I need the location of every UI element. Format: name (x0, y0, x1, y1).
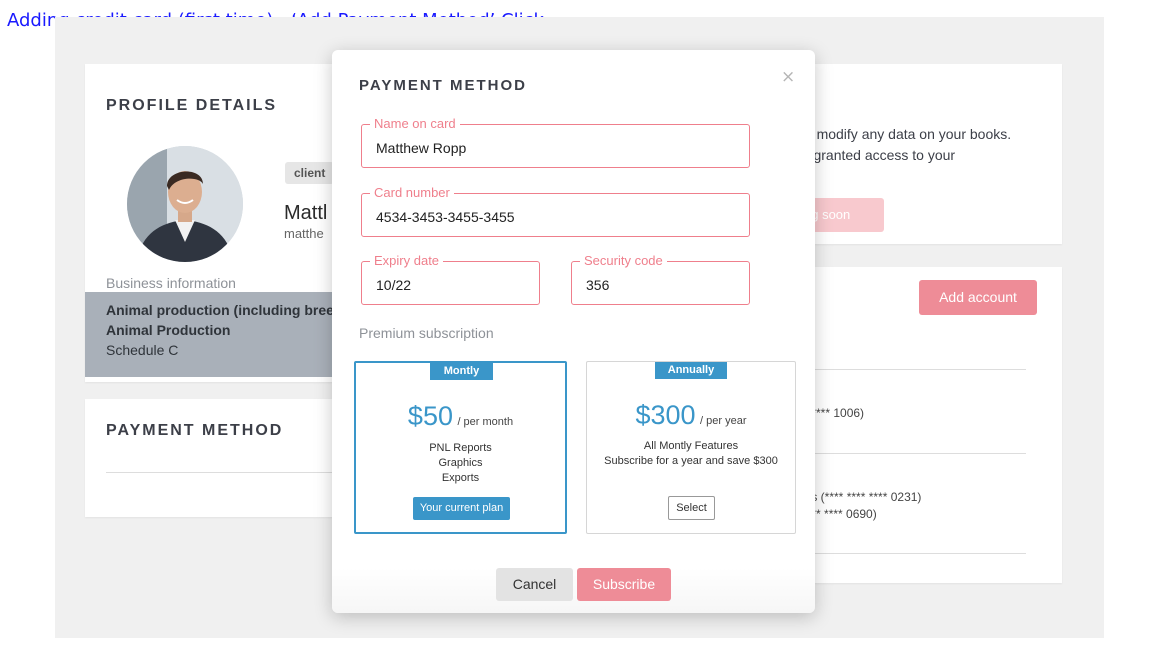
business-line-2: Animal Production (106, 322, 231, 338)
monthly-price-period: / per month (457, 416, 514, 428)
payment-method-card-title: PAYMENT METHOD (106, 422, 284, 439)
business-information-block: Animal production (including bree Animal… (85, 292, 355, 377)
profile-email: matthe (284, 226, 324, 241)
name-on-card-label: Name on card (370, 116, 460, 131)
divider (794, 453, 1026, 454)
security-code-field[interactable]: Security code 356 (571, 253, 750, 305)
annual-plan-card[interactable]: Annually $300 / per year All Montly Feat… (586, 361, 796, 534)
add-account-button[interactable]: Add account (919, 280, 1037, 315)
cancel-button[interactable]: Cancel (496, 568, 573, 601)
monthly-price-amount: $50 (407, 401, 453, 431)
close-icon[interactable]: × (781, 67, 795, 87)
plan-feature: Graphics (438, 457, 483, 469)
annual-plan-tag: Annually (655, 362, 727, 379)
divider (106, 472, 355, 473)
subscribe-button[interactable]: Subscribe (577, 568, 671, 601)
select-plan-button[interactable]: Select (668, 496, 715, 520)
premium-subscription-label: Premium subscription (359, 325, 494, 341)
avatar (127, 146, 243, 262)
monthly-plan-tag: Montly (430, 363, 493, 380)
profile-name: Mattl (284, 202, 328, 224)
name-on-card-value[interactable]: Matthew Ropp (376, 140, 466, 156)
name-on-card-field[interactable]: Name on card Matthew Ropp (361, 116, 750, 168)
expiry-date-field[interactable]: Expiry date 10/22 (361, 253, 540, 305)
plan-feature: PNL Reports (429, 442, 492, 454)
business-information-label: Business information (106, 275, 236, 291)
annual-price: $300 / per year (587, 400, 795, 431)
divider (794, 553, 1026, 554)
divider (794, 369, 1026, 370)
monthly-price: $50 / per month (356, 401, 565, 432)
client-badge: client (285, 162, 335, 184)
accounts-card: Add account *** **** 1006) ards (**** **… (794, 267, 1062, 583)
modal-footer (332, 568, 815, 613)
business-line-1: Animal production (including bree (106, 302, 334, 318)
annual-price-period: / per year (700, 415, 747, 427)
security-code-label: Security code (580, 253, 667, 268)
expiry-date-value[interactable]: 10/22 (376, 277, 411, 293)
expiry-date-label: Expiry date (370, 253, 444, 268)
access-description-line-1: uld modify any data on your books. (794, 126, 1012, 142)
card-number-label: Card number (370, 185, 454, 200)
plan-feature: Subscribe for a year and save $300 (604, 455, 778, 467)
plan-feature: Exports (441, 472, 480, 484)
access-description-line-2: be granted access to your (794, 147, 956, 163)
profile-details-card: PROFILE DETAILS client Mattl matthe Busi… (85, 64, 355, 382)
profile-details-title: PROFILE DETAILS (106, 97, 278, 114)
business-line-3: Schedule C (106, 342, 179, 358)
access-card: D uld modify any data on your books. be … (794, 64, 1062, 244)
payment-method-card: PAYMENT METHOD (85, 399, 355, 517)
card-number-field[interactable]: Card number 4534-3453-3455-3455 (361, 185, 750, 237)
current-plan-button[interactable]: Your current plan (413, 497, 510, 520)
modal-title: PAYMENT METHOD (359, 77, 528, 94)
plan-feature: All Montly Features (643, 440, 739, 452)
monthly-plan-card[interactable]: Montly $50 / per month PNL Reports Graph… (354, 361, 567, 534)
card-number-value[interactable]: 4534-3453-3455-3455 (376, 209, 515, 225)
payment-method-modal: PAYMENT METHOD × Name on card Matthew Ro… (332, 50, 815, 613)
security-code-value[interactable]: 356 (586, 277, 609, 293)
annual-price-amount: $300 (635, 400, 696, 430)
